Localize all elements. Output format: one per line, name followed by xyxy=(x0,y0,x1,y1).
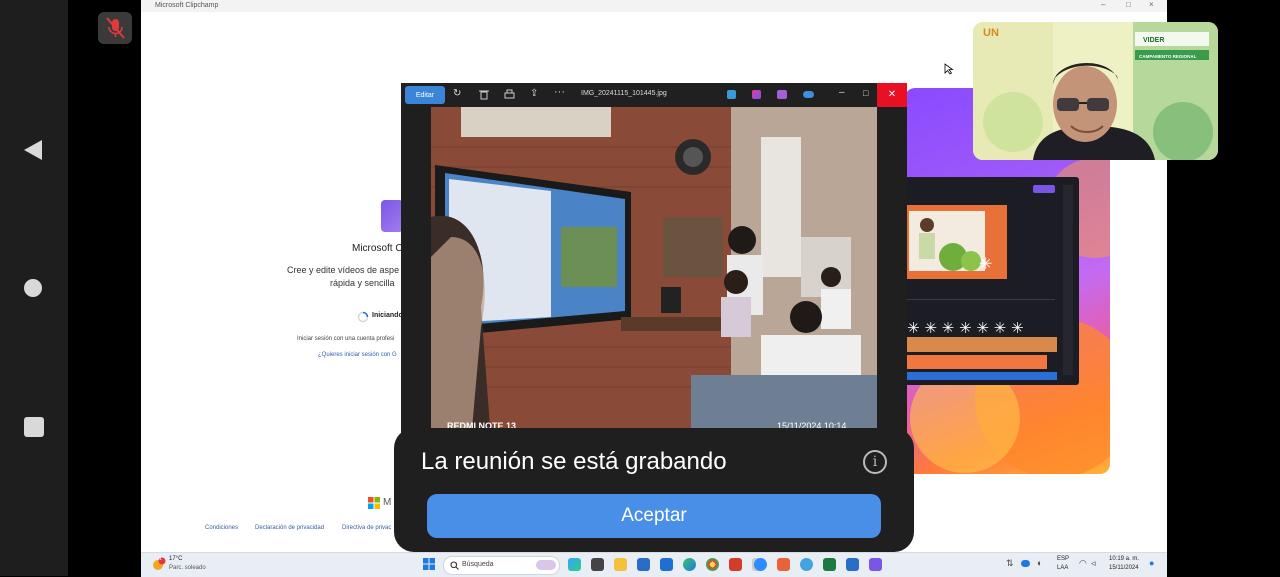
mic-tray-icon[interactable]: ◐ xyxy=(1037,558,1042,568)
designer-icon[interactable] xyxy=(777,90,787,99)
language-line1[interactable]: ESP xyxy=(1057,556,1069,562)
recording-notice-dialog: La reunión se está grabando i Aceptar xyxy=(394,428,914,552)
close-icon[interactable]: × xyxy=(1149,0,1154,9)
rotate-icon[interactable]: ↻ xyxy=(453,88,461,99)
loading-spinner-icon xyxy=(357,311,369,323)
volume-icon[interactable]: ◃ xyxy=(1091,558,1096,569)
photo-close-icon[interactable]: ✕ xyxy=(877,83,907,107)
clipchamp-logo xyxy=(381,200,403,232)
microsoft-logo-icon xyxy=(368,497,380,509)
accept-button[interactable]: Aceptar xyxy=(427,494,881,538)
taskbar-search[interactable]: Búsqueda xyxy=(443,556,560,575)
window-titlebar: Microsoft Clipchamp – □ × xyxy=(141,0,1167,12)
task-view-icon[interactable] xyxy=(591,558,604,571)
recording-message: La reunión se está grabando xyxy=(421,448,727,475)
edit-image-icon[interactable] xyxy=(727,90,736,99)
mouse-pointer-icon xyxy=(944,62,954,80)
clipchamp-taskbar-icon[interactable] xyxy=(869,558,882,571)
home-icon[interactable] xyxy=(23,278,43,298)
share-icon[interactable]: ⇪ xyxy=(530,88,538,99)
weather-badge: 1 xyxy=(159,556,162,562)
edge-icon[interactable] xyxy=(683,558,696,571)
maps-icon[interactable] xyxy=(800,558,813,571)
webcam-logo-text: UN xyxy=(983,27,999,39)
powerpoint-icon[interactable] xyxy=(729,558,742,571)
clipchamp-tagline-2: rápida y sencilla xyxy=(330,278,395,288)
language-line2[interactable]: LAA xyxy=(1057,565,1068,571)
onedrive-tray-icon[interactable] xyxy=(1021,560,1030,567)
webcam-banner-title: CAMPAMENTO REGIONAL xyxy=(1139,54,1197,59)
wifi-icon[interactable]: ◠ xyxy=(1079,558,1087,569)
clipchamp-brand: Microsoft C xyxy=(352,243,403,254)
taskbar-date[interactable]: 15/11/2024 xyxy=(1109,565,1139,571)
back-icon[interactable] xyxy=(22,138,44,162)
chrome-icon[interactable] xyxy=(706,558,719,571)
network-icon[interactable]: ⇅ xyxy=(1006,558,1014,569)
info-icon[interactable]: i xyxy=(863,450,887,474)
svg-text:✳ ✳ ✳ ✳ ✳ ✳ ✳: ✳ ✳ ✳ ✳ ✳ ✳ ✳ xyxy=(907,319,1024,337)
onedrive-icon[interactable] xyxy=(803,91,814,98)
alt-signin-link[interactable]: ¿Quieres iniciar sesión con G xyxy=(318,352,397,358)
photos-toolbar: Editar ↻ ⇪ ··· IMG_20241115_101445.jpg –… xyxy=(401,83,907,107)
photo-filename: IMG_20241115_101445.jpg xyxy=(581,90,667,97)
minimize-icon[interactable]: – xyxy=(1101,0,1105,9)
zoom-icon[interactable] xyxy=(754,558,767,571)
webcam-org-text: VIDER xyxy=(1143,37,1164,44)
maximize-icon[interactable]: □ xyxy=(1126,0,1131,9)
store-icon[interactable] xyxy=(637,558,650,571)
recents-icon[interactable] xyxy=(23,416,45,438)
clipchamp-icon[interactable] xyxy=(752,90,761,99)
more-icon[interactable]: ··· xyxy=(554,86,565,98)
clipchamp-tagline-1: Cree y edite vídeos de aspe xyxy=(287,265,400,275)
svg-text:✳: ✳ xyxy=(979,254,992,273)
search-icon xyxy=(450,561,459,570)
notifications-icon[interactable]: ● xyxy=(1149,558,1154,568)
search-highlight-icon xyxy=(536,560,556,570)
webcam-participant-tile: UN VIDER CAMPAMENTO REGIONAL xyxy=(973,22,1218,160)
delete-icon[interactable] xyxy=(479,89,489,100)
search-label: Búsqueda xyxy=(462,561,494,568)
footer-link-policy[interactable]: Directiva de privac xyxy=(342,525,391,531)
footer-link-privacy[interactable]: Declaración de privacidad xyxy=(255,525,324,531)
copilot-icon[interactable] xyxy=(568,558,581,571)
weather-temp: 17°C xyxy=(169,556,183,562)
mail-icon[interactable] xyxy=(660,558,673,571)
classroom-photo: REDMI NOTE 13 15/11/2024 10:14 xyxy=(431,107,877,440)
loading-text: Iniciando xyxy=(372,312,403,319)
footer-link-terms[interactable]: Condiciones xyxy=(205,525,238,531)
android-nav-bar xyxy=(0,0,68,576)
print-icon[interactable] xyxy=(504,89,515,100)
signin-hint: Iniciar sesión con una cuenta profesi xyxy=(297,336,395,342)
clipchamp-editor-preview: ✳ ✳ ✳ ✳ ✳ ✳ ✳ ✳ xyxy=(905,177,1079,385)
edit-button[interactable]: Editar xyxy=(405,86,445,104)
mute-button[interactable] xyxy=(98,12,132,44)
photo-minimize-icon[interactable]: – xyxy=(839,87,845,98)
weather-desc: Parc. soleado xyxy=(169,565,206,571)
snipping-tool-icon[interactable] xyxy=(777,558,790,571)
taskbar-time[interactable]: 10:19 a. m. xyxy=(1109,556,1139,562)
photos-viewer-window: Editar ↻ ⇪ ··· IMG_20241115_101445.jpg –… xyxy=(401,83,907,440)
windows-taskbar: 1 17°C Parc. soleado Búsqueda ⇅ ◐ ESP LA… xyxy=(141,552,1167,577)
file-explorer-icon[interactable] xyxy=(614,558,627,571)
windows-start-icon[interactable] xyxy=(423,558,435,570)
photos-icon[interactable] xyxy=(846,558,859,571)
microsoft-footer-text: M xyxy=(383,497,392,508)
excel-icon[interactable] xyxy=(823,558,836,571)
photo-maximize-icon[interactable]: □ xyxy=(863,88,868,98)
window-title: Microsoft Clipchamp xyxy=(155,2,219,9)
microphone-muted-icon xyxy=(106,17,125,39)
